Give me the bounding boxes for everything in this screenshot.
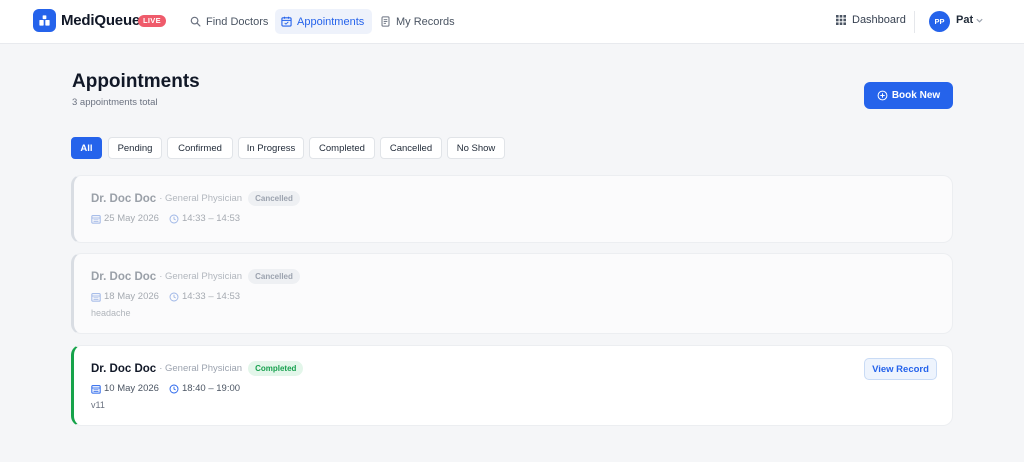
- appointment-date: 18 May 2026: [104, 291, 159, 302]
- appointment-note: v11: [91, 400, 105, 410]
- filter-confirmed[interactable]: Confirmed: [167, 137, 233, 159]
- nav-label: Find Doctors: [206, 15, 269, 28]
- appointment-time: 14:33 – 14:53: [181, 213, 241, 224]
- nav-find-doctors[interactable]: Find Doctors: [184, 9, 276, 34]
- doctor-specialty: · General Physician: [159, 363, 243, 374]
- app-logo[interactable]: [33, 9, 56, 32]
- appointment-card[interactable]: Dr. Doc Doc · General Physician Complete…: [71, 345, 953, 426]
- status-badge: Cancelled: [248, 191, 300, 206]
- book-new-button[interactable]: Book New: [864, 82, 953, 109]
- document-icon: [381, 16, 390, 27]
- filter-in-progress[interactable]: In Progress: [238, 137, 304, 159]
- doctor-name: Dr. Doc Doc: [91, 192, 157, 205]
- calendar-icon: [281, 16, 292, 27]
- filter-no-show[interactable]: No Show: [447, 137, 505, 159]
- grid-icon: [836, 15, 846, 25]
- calendar-icon: [91, 292, 101, 302]
- dashboard-label: Dashboard: [852, 14, 906, 26]
- plus-circle-icon: [877, 90, 888, 101]
- doctor-line: Dr. Doc Doc · General Physician Cancelle…: [91, 191, 300, 206]
- appointment-count: 3 appointments total: [72, 97, 158, 108]
- clock-icon: [169, 292, 179, 301]
- appointment-date: 10 May 2026: [104, 383, 159, 394]
- appointment-date: 25 May 2026: [104, 213, 159, 224]
- clock-icon: [169, 214, 179, 223]
- filter-cancelled[interactable]: Cancelled: [380, 137, 442, 159]
- doctor-line: Dr. Doc Doc · General Physician Complete…: [91, 361, 304, 376]
- chevron-down-icon[interactable]: [975, 16, 984, 25]
- nav-label: My Records: [396, 15, 455, 28]
- doctor-specialty: · General Physician: [159, 193, 243, 204]
- nav-my-records[interactable]: My Records: [374, 9, 463, 34]
- filter-all[interactable]: All: [71, 137, 102, 159]
- view-record-button[interactable]: View Record: [864, 358, 937, 380]
- dashboard-link[interactable]: Dashboard: [836, 14, 906, 26]
- status-badge: Completed: [248, 361, 304, 376]
- status-badge: Cancelled: [248, 269, 300, 284]
- user-name[interactable]: Pat: [956, 14, 973, 26]
- doctor-name: Dr. Doc Doc: [91, 362, 157, 375]
- nav-appointments[interactable]: Appointments: [275, 9, 373, 34]
- page-title: Appointments: [72, 71, 200, 92]
- appointment-note: headache: [91, 308, 131, 318]
- hospital-icon: [39, 15, 50, 26]
- doctor-specialty: · General Physician: [159, 271, 243, 282]
- divider: [914, 11, 915, 33]
- nav-label: Appointments: [297, 15, 365, 28]
- search-icon: [190, 16, 201, 27]
- appointment-card[interactable]: Dr. Doc Doc · General Physician Cancelle…: [71, 175, 953, 243]
- live-badge: LIVE: [138, 15, 166, 27]
- top-navbar: MediQueue LIVE Find Doctors Appointments…: [0, 0, 1024, 44]
- appointment-meta: 25 May 2026 14:33 – 14:53: [91, 213, 250, 224]
- brand-name[interactable]: MediQueue: [61, 12, 140, 29]
- appointment-meta: 10 May 2026 18:40 – 19:00: [91, 383, 250, 394]
- book-new-label: Book New: [891, 90, 941, 101]
- doctor-line: Dr. Doc Doc · General Physician Cancelle…: [91, 269, 300, 284]
- calendar-icon: [91, 214, 101, 224]
- filter-completed[interactable]: Completed: [309, 137, 375, 159]
- appointment-card[interactable]: Dr. Doc Doc · General Physician Cancelle…: [71, 253, 953, 334]
- clock-icon: [169, 384, 179, 393]
- avatar[interactable]: PP: [929, 11, 950, 32]
- filter-pending[interactable]: Pending: [108, 137, 162, 159]
- doctor-name: Dr. Doc Doc: [91, 270, 157, 283]
- appointment-time: 18:40 – 19:00: [181, 383, 241, 394]
- calendar-icon: [91, 384, 101, 394]
- appointment-time: 14:33 – 14:53: [181, 291, 241, 302]
- appointment-meta: 18 May 2026 14:33 – 14:53: [91, 291, 250, 302]
